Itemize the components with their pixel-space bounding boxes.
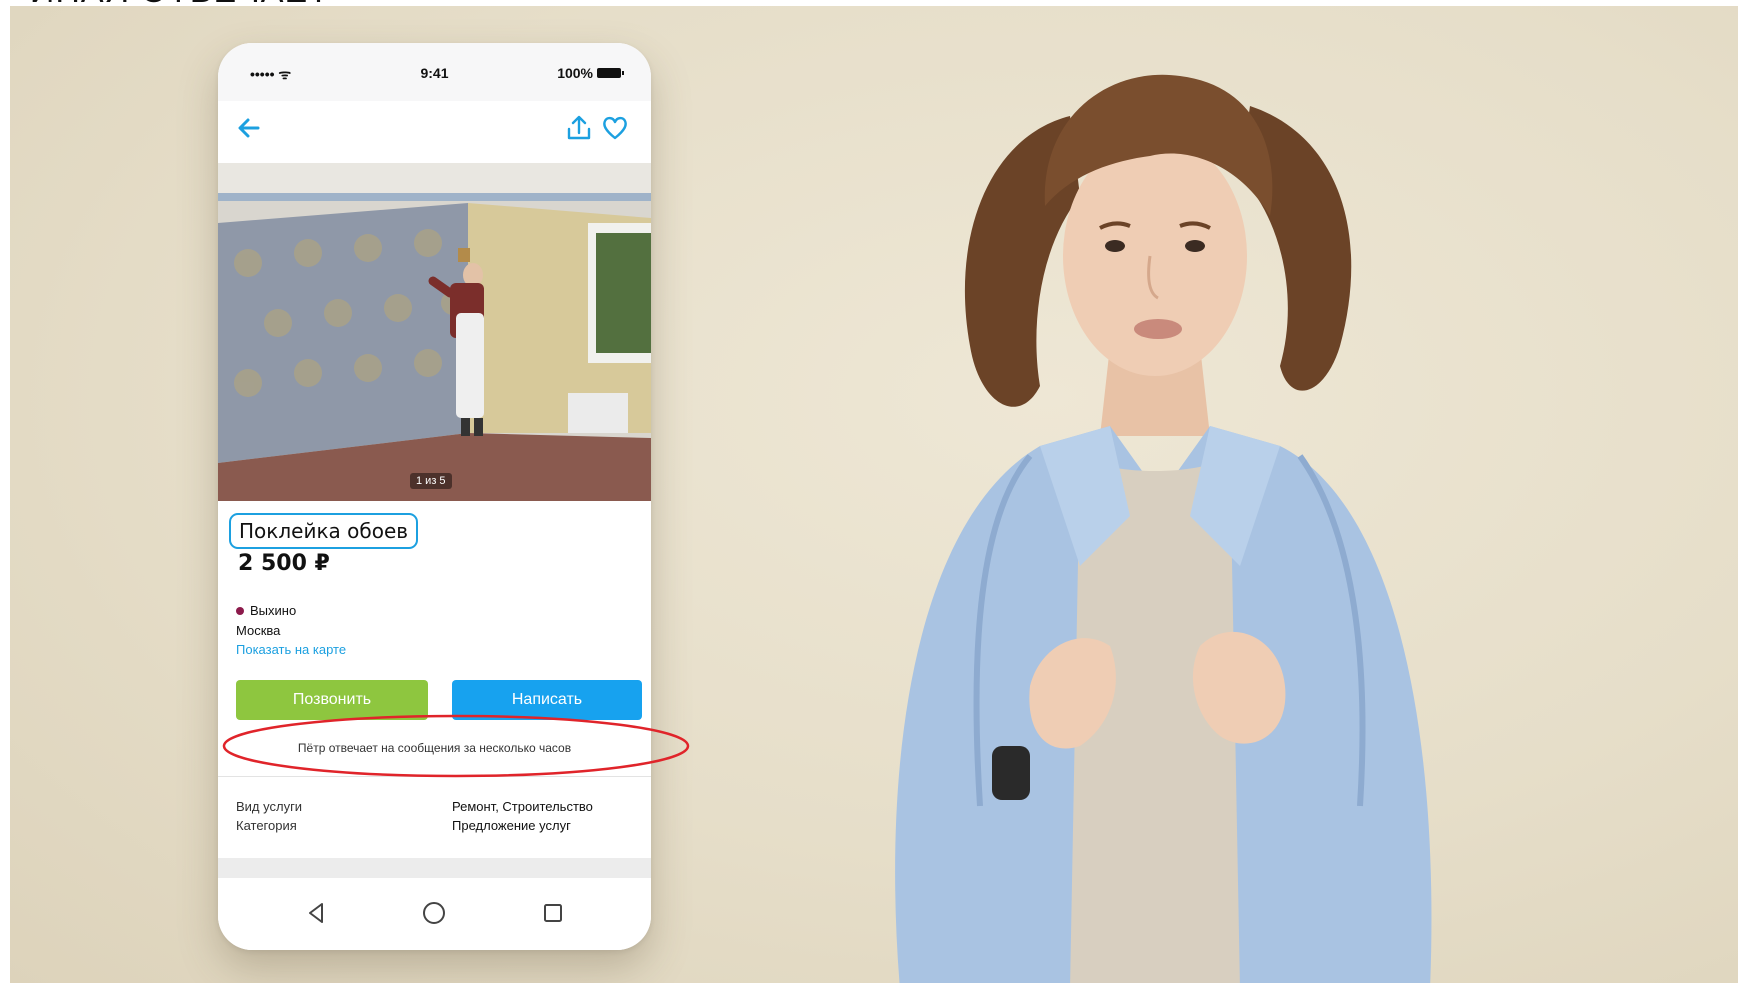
wallpapering-photo xyxy=(218,163,651,501)
phone-mockup: ••••• ᯤ 9:41 100% 1 из 5 Поклейка обоев … xyxy=(218,43,651,950)
listing-photo[interactable]: 1 из 5 xyxy=(218,163,651,501)
battery-icon xyxy=(597,68,624,78)
photo-counter: 1 из 5 xyxy=(410,473,452,489)
nav-home-circle-icon[interactable] xyxy=(421,900,447,926)
param-label-category: Категория xyxy=(236,818,297,833)
call-button[interactable]: Позвонить xyxy=(236,680,428,720)
listing-title: Поклейка обоев xyxy=(229,513,419,549)
write-button[interactable]: Написать xyxy=(452,680,642,720)
metro-name: Выхино xyxy=(250,603,297,618)
nav-recents-square-icon[interactable] xyxy=(540,900,566,926)
battery-percent: 100% xyxy=(557,65,593,81)
divider xyxy=(218,776,651,777)
reply-time-note: Пётр отвечает на сообщения за несколько … xyxy=(297,741,572,755)
status-bar: ••••• ᯤ 9:41 100% xyxy=(218,43,651,101)
heart-icon[interactable] xyxy=(601,113,629,143)
video-frame: ••••• ᯤ 9:41 100% 1 из 5 Поклейка обоев … xyxy=(10,6,1738,983)
city-name: Москва xyxy=(236,623,281,638)
show-on-map-link[interactable]: Показать на карте xyxy=(236,642,346,657)
param-value-service-type: Ремонт, Строительство xyxy=(452,799,593,814)
share-icon[interactable] xyxy=(565,113,593,143)
param-value-category: Предложение услуг xyxy=(452,818,571,833)
android-navigation-bar xyxy=(218,878,651,950)
app-navbar xyxy=(218,101,651,155)
listing-price: 2 500 ₽ xyxy=(238,551,330,576)
battery-indicator: 100% xyxy=(557,65,624,81)
metro-station: Выхино xyxy=(236,603,296,618)
back-arrow-icon[interactable] xyxy=(234,113,264,143)
param-label-service-type: Вид услуги xyxy=(236,799,303,814)
divider xyxy=(218,858,651,878)
nav-back-triangle-icon[interactable] xyxy=(303,900,329,926)
listing-title-text: Поклейка обоев xyxy=(239,519,409,543)
metro-line-dot-icon xyxy=(236,606,244,615)
presenter-image xyxy=(895,74,1432,983)
